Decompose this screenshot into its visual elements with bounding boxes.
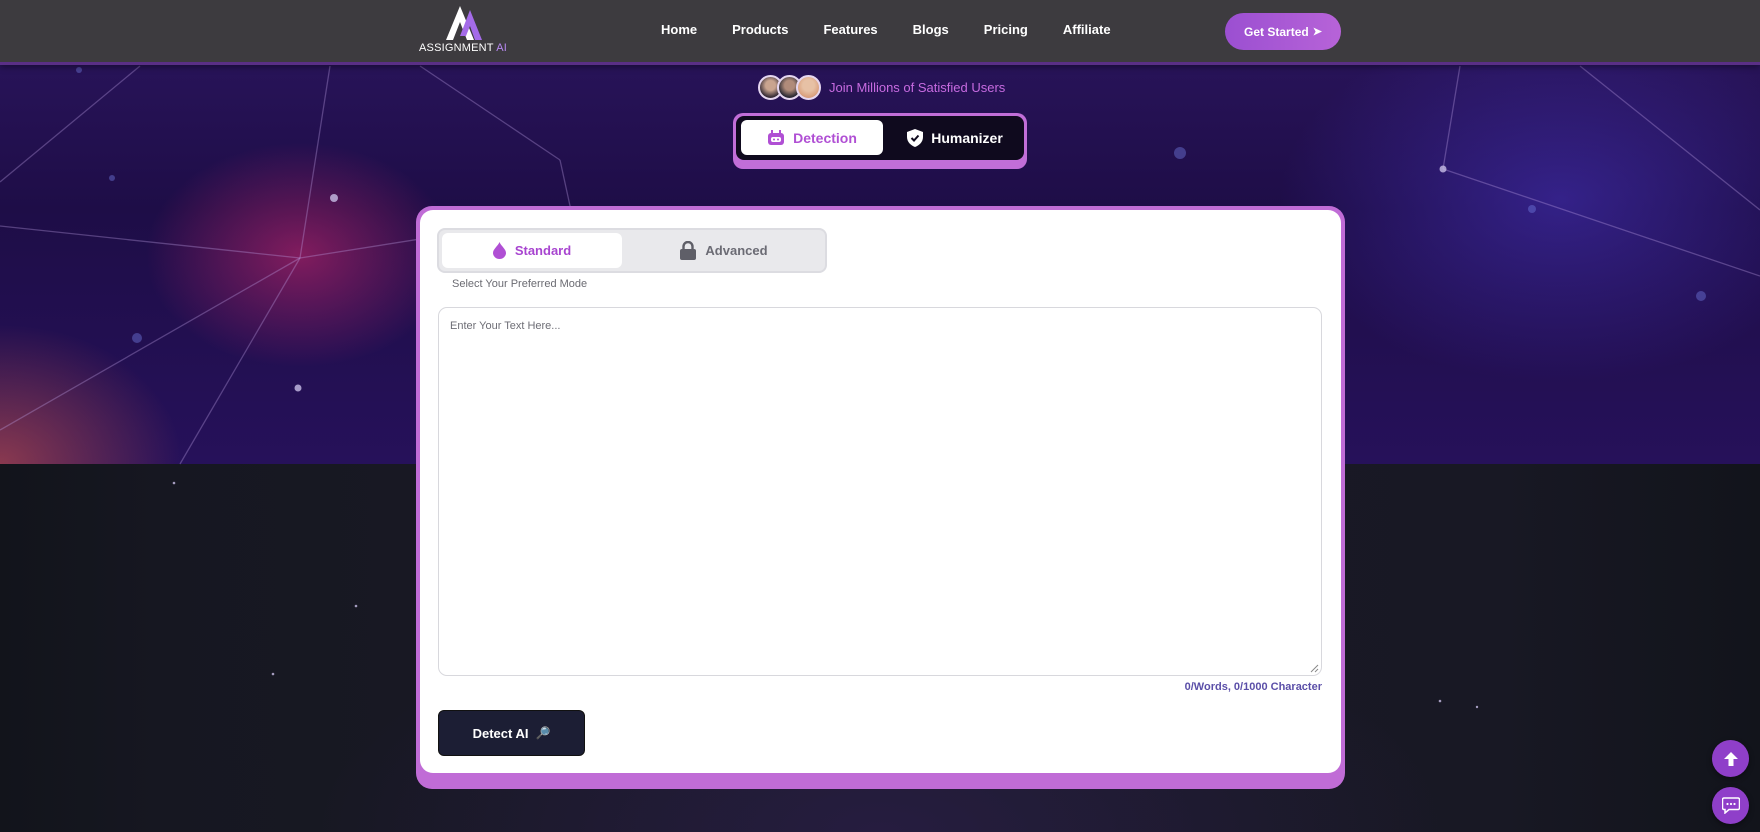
resize-handle-icon[interactable] xyxy=(1310,664,1319,673)
standard-mode-label: Standard xyxy=(514,243,572,258)
standard-mode-option[interactable]: Standard xyxy=(442,233,622,268)
nav-pricing[interactable]: Pricing xyxy=(984,22,1028,37)
nav-blogs[interactable]: Blogs xyxy=(913,22,949,37)
advanced-mode-label: Advanced xyxy=(705,243,768,258)
get-started-button[interactable]: Get Started ➤ xyxy=(1225,13,1341,50)
brand-logo[interactable]: ASSIGNMENT AI xyxy=(419,6,515,56)
detection-tab-label: Detection xyxy=(793,129,857,146)
detector-card-frame: Standard Advanced Select Your Preferred … xyxy=(416,206,1345,789)
drop-icon xyxy=(492,242,506,259)
detector-card: Standard Advanced Select Your Preferred … xyxy=(420,210,1341,773)
brand-wordmark: ASSIGNMENT AI xyxy=(419,42,529,54)
advanced-mode-option[interactable]: Advanced xyxy=(624,233,824,268)
word-character-counter: 0/Words, 0/1000 Character xyxy=(1184,681,1322,693)
nav-affiliate[interactable]: Affiliate xyxy=(1063,22,1111,37)
tool-mode-toggle-track: Detection Humanizer xyxy=(736,116,1024,160)
humanizer-tab-label: Humanizer xyxy=(931,129,1003,146)
robot-icon xyxy=(768,129,785,145)
detect-ai-button[interactable]: Detect AI 🔎 xyxy=(438,710,585,756)
humanizer-tab[interactable]: Humanizer xyxy=(891,120,1019,155)
detect-ai-label: Detect AI xyxy=(472,725,529,741)
nav-home[interactable]: Home xyxy=(661,22,697,37)
social-proof-text: Join Millions of Satisfied Users xyxy=(829,79,1006,95)
nav-links: Home Products Features Blogs Pricing Aff… xyxy=(640,22,1146,37)
social-proof: Join Millions of Satisfied Users xyxy=(758,74,1005,100)
nav-features[interactable]: Features xyxy=(823,22,877,37)
mode-hint-text: Select Your Preferred Mode xyxy=(452,278,588,290)
tool-mode-toggle: Detection Humanizer xyxy=(733,113,1027,169)
scroll-to-top-button[interactable] xyxy=(1712,740,1749,777)
detection-mode-selector: Standard Advanced xyxy=(437,228,827,273)
chat-icon xyxy=(1721,797,1740,814)
detection-tab[interactable]: Detection xyxy=(741,120,883,155)
nav-products[interactable]: Products xyxy=(732,22,788,37)
arrow-up-icon xyxy=(1723,751,1738,766)
chat-button[interactable] xyxy=(1712,787,1749,824)
brand-name-suffix: AI xyxy=(496,42,507,54)
lock-icon xyxy=(680,241,697,260)
text-input[interactable] xyxy=(438,307,1322,676)
user-avatar xyxy=(796,74,821,100)
magnifier-icon: 🔎 xyxy=(535,726,551,740)
get-started-label: Get Started xyxy=(1244,24,1309,39)
brand-name: ASSIGNMENT xyxy=(419,42,494,54)
shield-check-icon xyxy=(907,128,924,147)
logo-mark-icon xyxy=(446,6,482,40)
send-arrow-icon: ➤ xyxy=(1312,26,1322,38)
top-navbar: ASSIGNMENT AI Home Products Features Blo… xyxy=(0,0,1760,65)
